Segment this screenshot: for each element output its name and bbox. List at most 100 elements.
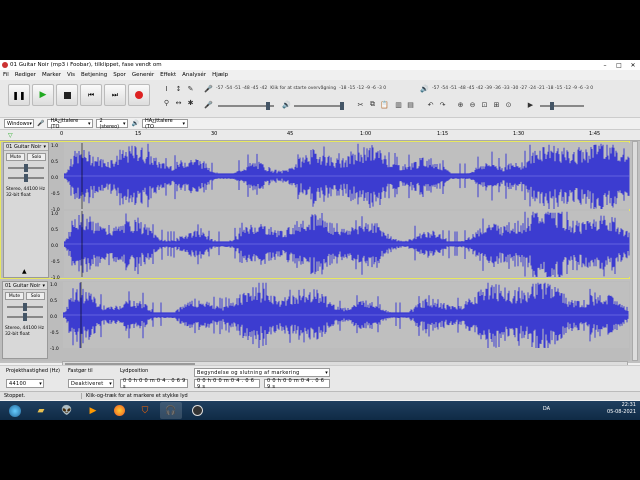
track-area: 01 Guitar Noir ▾ Mute Solo Stereo, 44100 … — [0, 141, 640, 363]
record-button[interactable] — [128, 84, 150, 106]
selection-tool-icon[interactable]: I — [162, 84, 171, 93]
solo-button[interactable]: Solo — [27, 153, 46, 161]
track-control-panel: 01 Guitar Noir ▾ Mute Solo Stereo, 44100 … — [2, 281, 48, 359]
pan-slider[interactable] — [8, 174, 44, 182]
audacity-screen: 01 Guitar Noir (mp3 i Foobar), tilklippe… — [0, 60, 640, 420]
stop-button[interactable] — [56, 84, 78, 106]
menu-rediger[interactable]: Rediger — [12, 72, 39, 78]
selection-end-field[interactable]: 0 0 h 0 0 m 0 4 . 0 6 9 s — [264, 378, 330, 390]
menu-fil[interactable]: Fil — [0, 72, 12, 78]
waveform-right[interactable] — [64, 211, 630, 277]
audacity-icon: 🎧 — [165, 405, 177, 416]
device-toolbar: Windows ▾ 🎤 HÃ¿jttalere (TO ▾ 2 (stereo) ▾ … — [0, 118, 640, 130]
taskbar-media[interactable]: ▶ — [82, 402, 104, 419]
menu-generer[interactable]: Generér — [129, 72, 157, 78]
audio-host-select[interactable]: Windows ▾ — [4, 119, 34, 128]
taskbar-obs[interactable] — [186, 402, 208, 419]
vertical-scrollbar[interactable] — [632, 141, 638, 361]
fit-selection-icon[interactable]: ⊡ — [480, 100, 489, 109]
zoom-toggle-icon[interactable]: ⊙ — [504, 100, 513, 109]
multi-tool-icon[interactable]: ✱ — [186, 98, 195, 107]
play-device-select[interactable]: HÃ¿jttalere (TO ▾ — [141, 118, 188, 130]
minimize-button[interactable]: – — [598, 60, 612, 70]
timeline-ruler[interactable]: ▽ 0 15 30 45 1:00 1:15 1:30 1:45 — [0, 130, 640, 141]
playback-volume-icon: 🔊 — [282, 100, 291, 109]
ruler-pin-icon[interactable]: ▽ — [8, 132, 13, 139]
start-button[interactable] — [4, 402, 26, 419]
snap-select[interactable]: Deaktiveret ▾ — [68, 379, 114, 388]
brave-icon: ⛉ — [141, 405, 149, 416]
taskbar-brave[interactable]: ⛉ — [134, 402, 156, 419]
audio-position-field[interactable]: 0 0 h 0 0 m 0 4 . 0 6 9 s — [120, 378, 188, 390]
speaker-device-icon: 🔊 — [131, 120, 139, 127]
zoom-in-icon[interactable]: ⊕ — [456, 100, 465, 109]
play-speed-slider[interactable] — [540, 102, 584, 110]
skip-end-button[interactable]: ⏭ — [104, 84, 126, 106]
play-at-speed-icon[interactable]: ▶ — [526, 100, 535, 109]
collapse-track-icon[interactable]: ▲ — [22, 268, 27, 275]
menu-effekt[interactable]: Effekt — [157, 72, 179, 78]
close-button[interactable]: ✕ — [626, 60, 640, 70]
mic-icon[interactable]: 🎤 — [204, 84, 213, 93]
play-meter[interactable]: -57 -54 -51 -48 -45 -42 -39 -36 -33 -30 … — [432, 85, 632, 92]
track-name-menu[interactable]: 01 Guitar Noir ▾ — [4, 143, 48, 151]
mute-button[interactable]: Mute — [5, 292, 24, 300]
solo-button[interactable]: Solo — [26, 292, 45, 300]
obs-icon — [191, 405, 203, 416]
track-name-menu[interactable]: 01 Guitar Noir ▾ — [3, 282, 47, 290]
menu-analyser[interactable]: Analysér — [179, 72, 209, 78]
record-volume-slider[interactable] — [218, 102, 274, 110]
selection-start-field[interactable]: 0 0 h 0 0 m 0 4 . 0 6 9 s — [194, 378, 260, 390]
redo-icon[interactable]: ↷ — [438, 100, 447, 109]
speaker-icon[interactable]: 🔊 — [420, 84, 429, 93]
taskbar-audacity[interactable]: 🎧 — [160, 402, 182, 419]
record-meter-scale2: -18 -15 -12 -9 -6 -3 0 — [339, 86, 387, 91]
copy-icon[interactable]: ⧉ — [368, 100, 377, 109]
record-icon — [135, 91, 143, 99]
track-2[interactable]: 01 Guitar Noir ▾ Mute Solo Stereo, 44100 … — [0, 281, 630, 361]
undo-icon[interactable]: ↶ — [426, 100, 435, 109]
zoom-out-icon[interactable]: ⊖ — [468, 100, 477, 109]
ruler-tick: 30 — [211, 131, 218, 137]
menu-vis[interactable]: Vis — [64, 72, 78, 78]
project-rate-label: Projekthastighed (Hz) — [6, 368, 60, 374]
trim-icon[interactable]: ▥ — [394, 100, 403, 109]
ruler-tick: 15 — [135, 131, 142, 137]
paste-icon[interactable]: 📋 — [380, 100, 389, 109]
clock[interactable]: 22:31 05-08-2021 — [607, 402, 636, 416]
project-rate-select[interactable]: 44100 ▾ — [6, 379, 44, 388]
play-button[interactable]: ▶ — [32, 84, 54, 106]
record-meter[interactable]: -57 -54 -51 -48 -45 -42 Klik for at star… — [216, 85, 416, 92]
record-volume-icon: 🎤 — [204, 100, 213, 109]
mute-button[interactable]: Mute — [6, 153, 25, 161]
menu-hjaelp[interactable]: Hjælp — [209, 72, 231, 78]
track-1[interactable]: 01 Guitar Noir ▾ Mute Solo Stereo, 44100 … — [0, 141, 630, 281]
taskbar-alien[interactable]: 👽 — [56, 402, 78, 419]
gain-slider[interactable] — [7, 303, 43, 311]
gain-slider[interactable] — [8, 164, 44, 172]
skip-start-button[interactable]: ⏮ — [80, 84, 102, 106]
maximize-button[interactable]: □ — [612, 60, 626, 70]
envelope-tool-icon[interactable]: ↕ — [174, 84, 183, 93]
record-device-select[interactable]: HÃ¿jttalere (TO ▾ — [47, 118, 94, 130]
fit-project-icon[interactable]: ⊞ — [492, 100, 501, 109]
menu-marker[interactable]: Marker — [39, 72, 64, 78]
waveform-left[interactable] — [64, 143, 630, 209]
taskbar-explorer[interactable]: ▰ — [30, 402, 52, 419]
waveform-left[interactable] — [63, 282, 629, 348]
channels-select[interactable]: 2 (stereo) ▾ — [96, 118, 129, 130]
language-indicator[interactable]: DA — [543, 406, 550, 412]
pan-slider[interactable] — [7, 313, 43, 321]
silence-icon[interactable]: ▤ — [406, 100, 415, 109]
pause-button[interactable]: ❚❚ — [8, 84, 30, 106]
selection-mode-select[interactable]: Begyndelse og slutning af markering ▾ — [194, 368, 330, 377]
cut-icon[interactable]: ✂ — [356, 100, 365, 109]
taskbar-firefox[interactable] — [108, 402, 130, 419]
draw-tool-icon[interactable]: ✎ — [186, 84, 195, 93]
playback-volume-slider[interactable] — [294, 102, 344, 110]
menu-betjening[interactable]: Betjening — [78, 72, 110, 78]
ruler-tick: 45 — [287, 131, 294, 137]
timeshift-tool-icon[interactable]: ↔ — [174, 98, 183, 107]
zoom-tool-icon[interactable]: ⚲ — [162, 98, 171, 107]
menu-spor[interactable]: Spor — [110, 72, 129, 78]
